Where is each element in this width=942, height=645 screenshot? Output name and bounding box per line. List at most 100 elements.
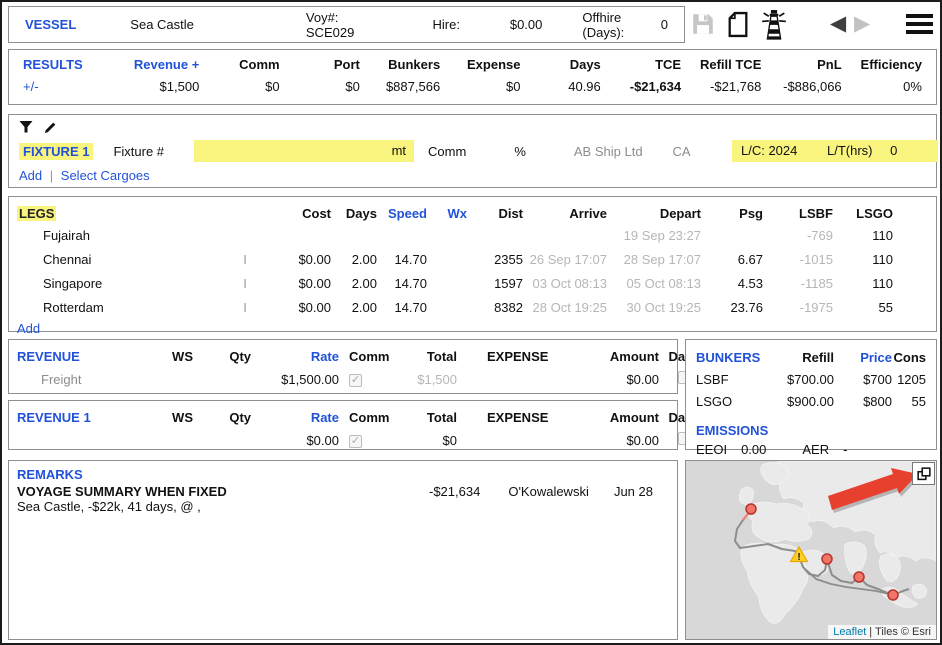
fixture-panel: FIXTURE 1 Fixture # mt Comm % AB Ship Lt… [8, 114, 937, 188]
legs-title[interactable]: LEGS [17, 206, 56, 221]
total-value: $1,500 [389, 372, 461, 387]
fixture-add-link[interactable]: Add [19, 168, 42, 183]
legs-header-speed[interactable]: Speed [381, 206, 431, 221]
voyage-summary-title: VOYAGE SUMMARY WHEN FIXED [17, 484, 429, 499]
new-document-icon[interactable] [726, 11, 750, 41]
legs-header-wx[interactable]: Wx [431, 206, 471, 221]
offhire-value[interactable]: 0 [661, 17, 668, 32]
laycan-label: L/C: 2024 [741, 143, 797, 158]
eeoi-label: EEOI [696, 442, 727, 457]
map-marker-rotterdam[interactable] [746, 504, 756, 514]
charterer-country[interactable]: CA [673, 144, 691, 159]
voyage-summary-author: O'Kowalewski [508, 484, 589, 499]
laycan-field[interactable]: L/C: 2024 L/T(hrs) 0 [732, 140, 938, 162]
remarks-panel: REMARKS VOYAGE SUMMARY WHEN FIXED -$21,6… [8, 460, 678, 640]
rate-value[interactable]: $0.00 [255, 433, 343, 448]
price-header[interactable]: Price [834, 350, 892, 365]
leg-port[interactable]: Fujairah [17, 228, 233, 243]
qty-header: Qty [197, 349, 255, 364]
legs-add-link[interactable]: Add [17, 321, 40, 336]
next-arrow-icon[interactable]: ▶ [854, 10, 870, 38]
leg-arrive: 03 Oct 08:13 [527, 276, 611, 291]
total-header: Total [389, 349, 461, 364]
leg-speed[interactable]: 14.70 [381, 276, 431, 291]
leg-port[interactable]: Chennai [17, 252, 233, 267]
fixture-number-label: Fixture # [113, 144, 164, 159]
leg-cost[interactable]: $0.00 [261, 276, 335, 291]
hire-value[interactable]: $0.00 [494, 17, 542, 32]
bunkers-title[interactable]: BUNKERS [696, 350, 748, 365]
results-col-bunkers: Bunkers$887,566 [360, 57, 440, 104]
voyage-summary-date: Jun 28 [614, 484, 653, 499]
bunker-price[interactable]: $800 [834, 394, 892, 409]
bunker-refill[interactable]: $700.00 [748, 372, 834, 387]
leg-days[interactable]: 2.00 [335, 252, 381, 267]
results-refill-tce-value: -$21,768 [681, 79, 761, 94]
revenue-title[interactable]: REVENUE [17, 349, 157, 364]
fixture-comm-label: Comm [428, 144, 466, 159]
leg-port[interactable]: Rotterdam [17, 300, 233, 315]
leg-days[interactable]: 2.00 [335, 276, 381, 291]
comm-checkbox[interactable]: ✓ [349, 374, 362, 387]
results-port-label: Port [280, 57, 360, 72]
revenue-row-label[interactable]: Freight [17, 372, 157, 387]
bunker-price[interactable]: $700 [834, 372, 892, 387]
edit-pencil-icon[interactable] [43, 120, 57, 137]
vessel-label[interactable]: VESSEL [25, 17, 76, 32]
leg-cost[interactable]: $0.00 [261, 300, 335, 315]
leg-days[interactable]: 2.00 [335, 300, 381, 315]
route-map[interactable]: ! Leaflet | Tiles © Esri [685, 460, 937, 640]
remarks-title[interactable]: REMARKS [17, 467, 669, 482]
aer-value: - [843, 442, 847, 457]
results-expense-label: Expense [440, 57, 520, 72]
previous-arrow-icon[interactable]: ◀ [830, 10, 846, 38]
select-cargoes-link[interactable]: Select Cargoes [61, 168, 150, 183]
leaflet-link[interactable]: Leaflet [833, 626, 866, 638]
filter-icon[interactable] [19, 120, 33, 137]
leg-lsbf: -1015 [767, 252, 837, 267]
lighthouse-icon[interactable] [760, 9, 788, 43]
leg-port[interactable]: Singapore [17, 276, 233, 291]
leg-cost[interactable]: $0.00 [261, 252, 335, 267]
results-bunkers-label: Bunkers [360, 57, 440, 72]
leg-row-fujairah[interactable]: Fujairah 19 Sep 23:27 -769 110 [17, 223, 936, 247]
voyage-estimate-window: VESSEL Sea Castle Voy#: SCE029 Hire: $0.… [0, 0, 942, 645]
comm-checkbox[interactable]: ✓ [349, 435, 362, 448]
emissions-title[interactable]: EMISSIONS [696, 423, 926, 438]
save-icon[interactable] [690, 11, 716, 40]
map-marker-singapore[interactable] [888, 590, 898, 600]
results-col-port: Port$0 [280, 57, 360, 104]
charterer-name[interactable]: AB Ship Ltd [574, 144, 643, 159]
amount-value[interactable]: $0.00 [579, 372, 663, 387]
rate-value[interactable]: $1,500.00 [255, 372, 343, 387]
total-value: $0 [389, 433, 461, 448]
map-marker-chennai[interactable] [854, 572, 864, 582]
leg-row-chennai[interactable]: Chennai I $0.00 2.00 14.70 2355 26 Sep 1… [17, 247, 936, 271]
voyage-number[interactable]: Voy#: SCE029 [306, 10, 377, 40]
leg-speed[interactable]: 14.70 [381, 252, 431, 267]
bunker-refill[interactable]: $900.00 [748, 394, 834, 409]
cargo-quantity-input[interactable]: mt [194, 140, 414, 162]
map-marker-fujairah[interactable] [822, 554, 832, 564]
vessel-name-field[interactable]: Sea Castle [130, 17, 264, 32]
results-title[interactable]: RESULTS [23, 57, 119, 72]
revenue1-title[interactable]: REVENUE 1 [17, 410, 157, 425]
fixture-title[interactable]: FIXTURE 1 [19, 143, 93, 160]
leg-row-rotterdam[interactable]: Rotterdam I $0.00 2.00 14.70 8382 28 Oct… [17, 295, 936, 319]
aer-label: AER [802, 442, 829, 457]
rate-header[interactable]: Rate [255, 349, 343, 364]
amount-value[interactable]: $0.00 [579, 433, 663, 448]
map-expand-button[interactable] [912, 462, 935, 485]
amount-header: Amount [579, 349, 663, 364]
leg-marker: I [233, 252, 261, 267]
menu-icon[interactable] [906, 14, 933, 38]
eeoi-value: 0.00 [741, 442, 766, 457]
results-efficiency-label: Efficiency [842, 57, 922, 72]
leg-speed[interactable]: 14.70 [381, 300, 431, 315]
rate-header[interactable]: Rate [255, 410, 343, 425]
leg-arrive: 28 Oct 19:25 [527, 300, 611, 315]
results-plus-minus-toggle[interactable]: +/- [23, 79, 119, 94]
results-revenue-label[interactable]: Revenue + [119, 57, 199, 72]
leg-row-singapore[interactable]: Singapore I $0.00 2.00 14.70 1597 03 Oct… [17, 271, 936, 295]
legs-panel: LEGS Cost Days Speed Wx Dist Arrive Depa… [8, 196, 937, 332]
